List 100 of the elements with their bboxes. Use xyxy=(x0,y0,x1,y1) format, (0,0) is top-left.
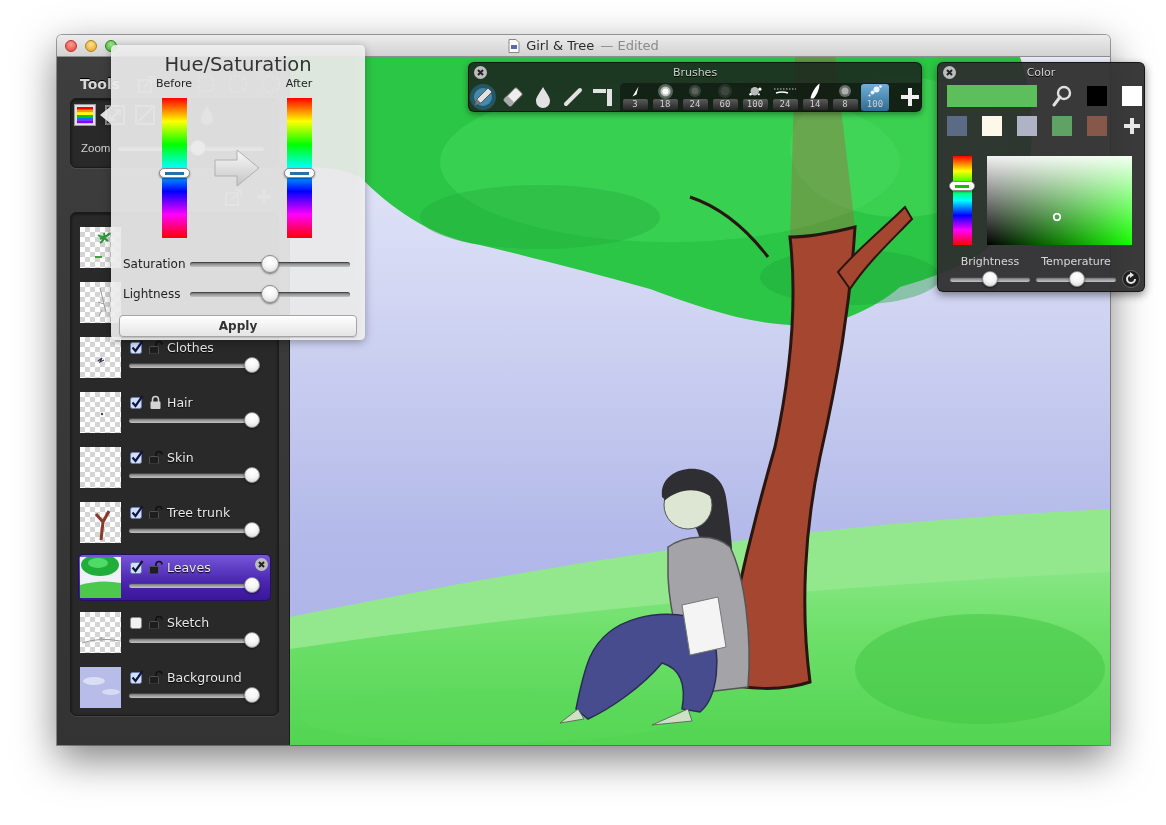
right-arrow-icon xyxy=(212,148,261,188)
document-icon xyxy=(508,38,521,53)
layer-name: Tree trunk xyxy=(167,504,231,520)
plus-icon[interactable] xyxy=(900,87,920,107)
brush-preset[interactable]: 14 xyxy=(801,83,829,111)
slider-label: Lightness xyxy=(123,287,182,301)
layer-thumbnail xyxy=(80,337,121,378)
color-swatch[interactable] xyxy=(1087,86,1107,106)
before-label: Before xyxy=(156,77,192,91)
visibility-checkbox[interactable] xyxy=(130,505,144,519)
color-swatch[interactable] xyxy=(1087,116,1107,136)
layer-row[interactable]: Clothes xyxy=(78,334,271,381)
reset-icon[interactable] xyxy=(1122,270,1140,288)
brush-preset[interactable]: 3 xyxy=(621,83,649,111)
layer-row[interactable]: Hair xyxy=(78,389,271,436)
brush-preview-icon xyxy=(810,83,820,99)
slider-thumb[interactable] xyxy=(244,522,260,538)
layer-name: Clothes xyxy=(167,339,214,355)
layer-row[interactable]: Background xyxy=(78,664,271,711)
color-swatch[interactable] xyxy=(1017,116,1037,136)
close-button[interactable] xyxy=(65,39,77,52)
apply-button[interactable]: Apply xyxy=(119,315,357,337)
color-swatch[interactable] xyxy=(1122,86,1142,106)
plus-icon[interactable] xyxy=(1123,117,1141,135)
slider-label: Temperature xyxy=(1040,255,1112,269)
slider-track[interactable] xyxy=(1036,271,1116,287)
close-icon[interactable] xyxy=(474,66,487,79)
magnifier-icon[interactable] xyxy=(1052,85,1072,107)
slider-track[interactable] xyxy=(190,285,350,303)
slider-thumb[interactable] xyxy=(244,357,260,373)
color-swatch[interactable] xyxy=(947,116,967,136)
layer-thumbnail xyxy=(80,502,121,543)
brush-preset[interactable]: 100 xyxy=(741,83,769,111)
brush-preview-icon xyxy=(718,84,732,98)
slider-track[interactable] xyxy=(129,357,260,373)
visibility-checkbox[interactable] xyxy=(130,670,144,684)
layer-name: Skin xyxy=(167,449,194,465)
layer-name: Background xyxy=(167,669,242,685)
brush-preset[interactable]: 24 xyxy=(771,83,799,111)
visibility-checkbox[interactable] xyxy=(130,395,144,409)
close-icon[interactable] xyxy=(943,66,956,79)
slider-track[interactable] xyxy=(129,577,260,593)
slider-track[interactable] xyxy=(129,632,260,648)
layer-name: Sketch xyxy=(167,614,210,630)
brush-preset[interactable]: 60 xyxy=(711,83,739,111)
slider-thumb[interactable] xyxy=(244,632,260,648)
slider-thumb[interactable] xyxy=(261,285,279,303)
color-swatch[interactable] xyxy=(1052,116,1072,136)
slider-thumb[interactable] xyxy=(949,181,975,192)
rainbow-swatch-icon[interactable] xyxy=(74,104,96,126)
slider-track[interactable] xyxy=(129,687,260,703)
slider-track[interactable] xyxy=(129,522,260,538)
hue-slider[interactable] xyxy=(283,98,315,238)
color-field[interactable] xyxy=(987,156,1132,245)
panel-title: Color xyxy=(1025,66,1057,79)
layer-row[interactable]: Skin xyxy=(78,444,271,491)
popover-title: Hue/Saturation xyxy=(164,53,312,77)
slider-thumb[interactable] xyxy=(158,168,190,179)
zoom-label: Zoom xyxy=(81,142,111,154)
slider-thumb[interactable] xyxy=(283,168,315,179)
slider-thumb[interactable] xyxy=(244,412,260,428)
color-swatch[interactable] xyxy=(982,116,1002,136)
layer-row[interactable]: Tree trunk xyxy=(78,499,271,546)
slider-thumb[interactable] xyxy=(244,577,260,593)
layer-thumbnail xyxy=(80,392,121,433)
panel-title: Brushes xyxy=(671,66,719,79)
brush-preview-icon xyxy=(657,83,673,99)
layer-thumbnail xyxy=(80,447,121,488)
slider-track[interactable] xyxy=(190,255,350,273)
slider-thumb[interactable] xyxy=(1068,271,1085,287)
minimize-button[interactable] xyxy=(85,39,97,52)
slider-track[interactable] xyxy=(129,467,260,483)
layer-row[interactable]: Sketch xyxy=(78,609,271,656)
slider-label: Saturation xyxy=(123,257,187,271)
visibility-checkbox[interactable] xyxy=(130,560,144,574)
slider-thumb[interactable] xyxy=(244,687,260,703)
slider-thumb[interactable] xyxy=(261,255,279,273)
visibility-checkbox[interactable] xyxy=(130,615,144,629)
slider-thumb[interactable] xyxy=(244,467,260,483)
visibility-checkbox[interactable] xyxy=(130,450,144,464)
lock-icon[interactable] xyxy=(149,395,163,409)
slider-thumb[interactable] xyxy=(982,271,998,287)
picker-ring-icon[interactable] xyxy=(1052,212,1062,222)
layer-name: Leaves xyxy=(167,559,211,575)
slider-label: Brightness xyxy=(959,255,1021,269)
brush-preset[interactable]: 8 xyxy=(831,83,859,111)
layer-name: Hair xyxy=(167,394,193,410)
slider-track[interactable] xyxy=(129,412,260,428)
window-title: Girl & Tree xyxy=(526,38,595,53)
close-icon[interactable] xyxy=(255,558,268,571)
layer-thumbnail xyxy=(80,557,121,598)
pencil-icon[interactable] xyxy=(470,83,496,110)
brush-preset[interactable]: 24 xyxy=(681,83,709,111)
brush-preset[interactable]: 18 xyxy=(651,83,679,111)
hue-slider[interactable] xyxy=(158,98,190,238)
hue-slider[interactable] xyxy=(949,156,975,245)
slider-track[interactable] xyxy=(950,271,1030,287)
brush-preview-icon xyxy=(748,86,762,96)
layer-row[interactable]: Leaves xyxy=(78,554,271,601)
brush-preview-icon xyxy=(631,85,639,97)
